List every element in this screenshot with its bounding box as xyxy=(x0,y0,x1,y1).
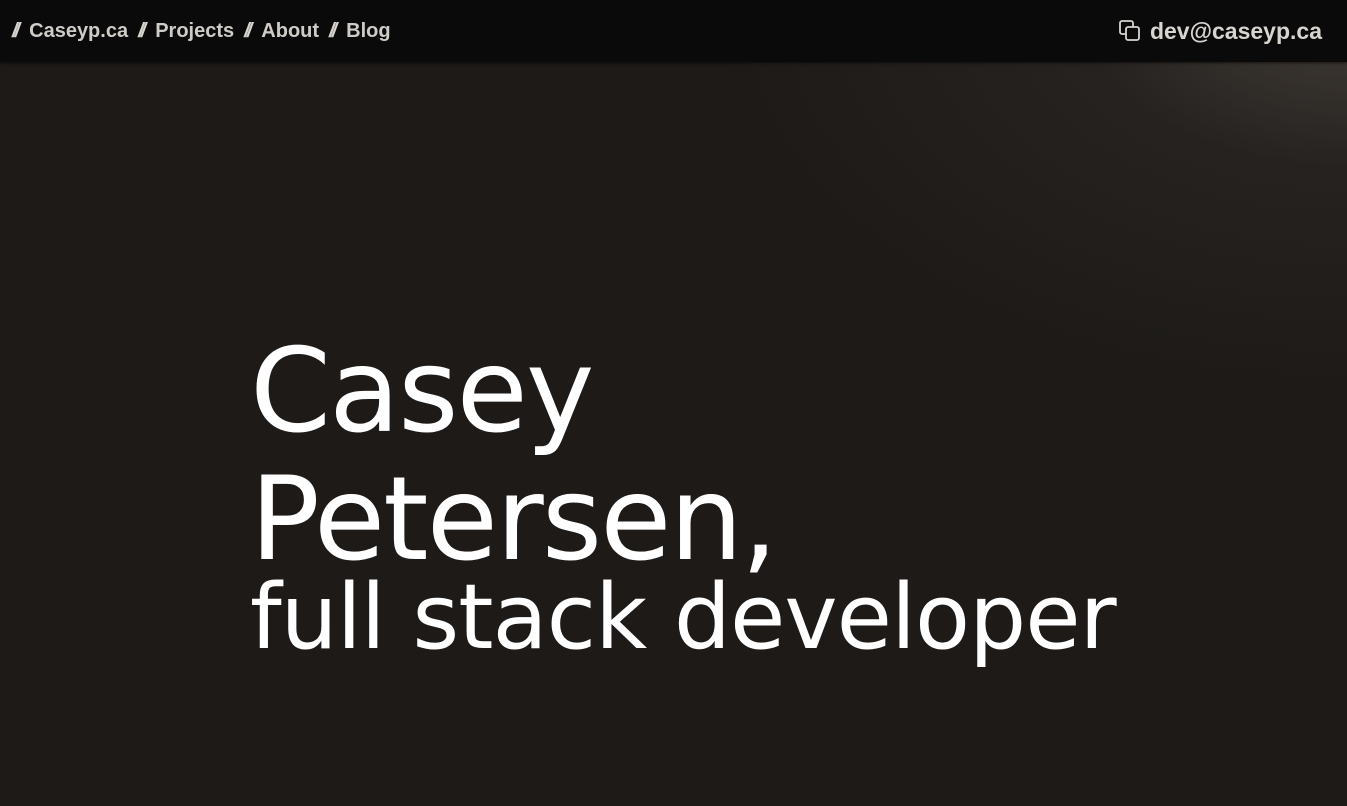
hero-role: full stack developer xyxy=(250,565,1117,670)
breadcrumb-nav: // Caseyp.ca // Projects // About // Blo… xyxy=(12,21,401,41)
nav-link-home[interactable]: Caseyp.ca xyxy=(29,21,128,41)
nav-separator: // xyxy=(138,20,146,42)
nav-link-projects[interactable]: Projects xyxy=(155,21,234,41)
top-nav-bar: // Caseyp.ca // Projects // About // Blo… xyxy=(0,0,1347,62)
page: // Caseyp.ca // Projects // About // Blo… xyxy=(0,0,1347,806)
nav-separator: // xyxy=(244,20,252,42)
copy-email-button[interactable]: dev@caseyp.ca xyxy=(1118,19,1322,43)
hero-heading: Casey Petersen, full stack developer xyxy=(250,324,1117,670)
copy-icon[interactable] xyxy=(1118,19,1142,43)
nav-separator: // xyxy=(12,20,20,42)
nav-separator: // xyxy=(329,20,337,42)
nav-link-blog[interactable]: Blog xyxy=(346,21,390,41)
hero-first-name: Casey xyxy=(250,324,595,459)
nav-link-about[interactable]: About xyxy=(261,21,319,41)
email-address[interactable]: dev@caseyp.ca xyxy=(1150,19,1322,43)
